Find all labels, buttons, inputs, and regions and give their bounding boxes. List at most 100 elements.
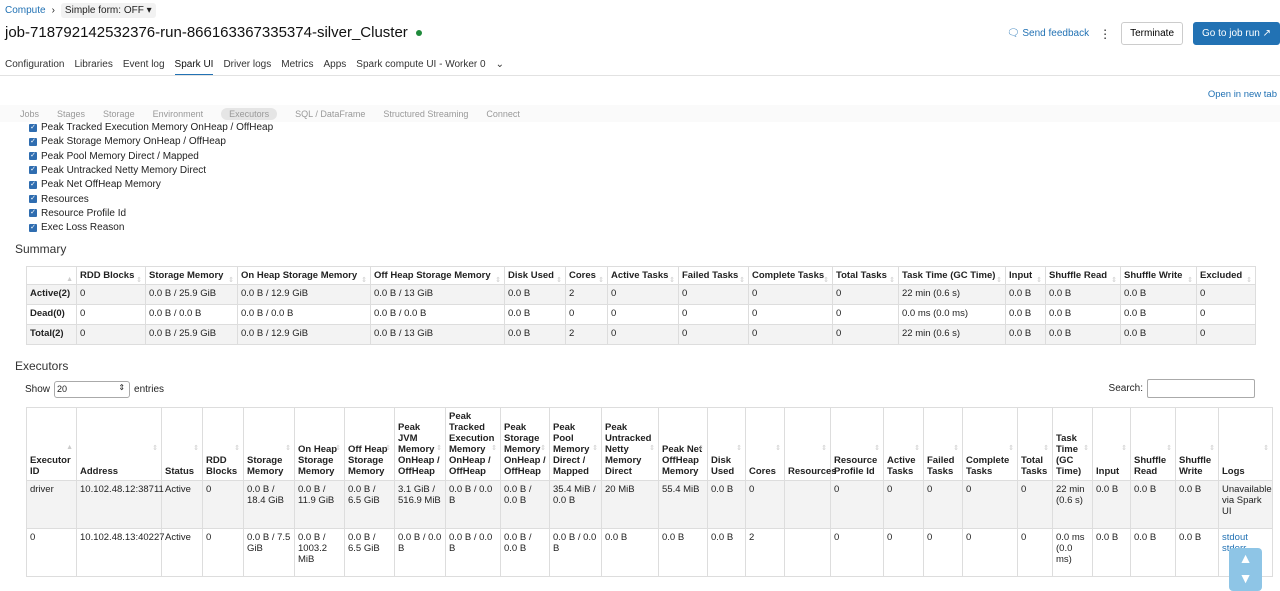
checkbox-checked-icon[interactable]: ✓ xyxy=(29,223,37,232)
spark-tab-sql-dataframe[interactable]: SQL / DataFrame xyxy=(295,109,365,119)
sort-icon[interactable]: ⇕ xyxy=(1246,276,1252,284)
entries-select[interactable]: 20 ⇕ xyxy=(54,381,131,398)
tab-spark-compute-ui-worker-0[interactable]: Spark compute UI - Worker 0 xyxy=(356,59,485,76)
column-toggle[interactable]: ✓ Resources xyxy=(29,194,89,205)
sort-icon[interactable]: ⇕ xyxy=(436,444,442,452)
sort-icon[interactable]: ⇕ xyxy=(775,444,781,452)
column-header-resources[interactable]: Resources ⇕ xyxy=(784,407,837,481)
tab-apps[interactable]: Apps xyxy=(323,59,346,76)
column-header-task-time-gc-time[interactable]: Task Time (GC Time) ⇕ xyxy=(898,266,1006,285)
column-header-input[interactable]: Input ⇕ xyxy=(1005,266,1046,285)
column-toggle[interactable]: ✓ Peak Storage Memory OnHeap / OffHeap xyxy=(29,136,226,147)
terminate-button[interactable]: Terminate xyxy=(1121,22,1184,45)
checkbox-checked-icon[interactable]: ✓ xyxy=(29,180,37,189)
spark-tab-stages[interactable]: Stages xyxy=(57,109,85,119)
arrow-up-icon[interactable]: ▲ xyxy=(1229,548,1262,568)
column-header-logs[interactable]: Logs ⇕ xyxy=(1218,407,1273,481)
column-header-storage-memory[interactable]: Storage Memory ⇕ xyxy=(243,407,295,481)
sort-icon[interactable]: ⇕ xyxy=(739,276,745,284)
checkbox-checked-icon[interactable]: ✓ xyxy=(29,209,37,218)
column-toggle[interactable]: ✓ Resource Profile Id xyxy=(29,208,126,219)
sort-icon[interactable]: ⇕ xyxy=(736,444,742,452)
sort-icon[interactable]: ⇕ xyxy=(914,444,920,452)
column-header-peak-pool-memory-direct-mapped[interactable]: Peak Pool Memory Direct / Mapped ⇕ xyxy=(549,407,602,481)
column-header-shuffle-write[interactable]: Shuffle Write ⇕ xyxy=(1175,407,1219,481)
column-header-rdd-blocks[interactable]: RDD Blocks ⇕ xyxy=(202,407,244,481)
tab-event-log[interactable]: Event log xyxy=(123,59,165,76)
sort-icon[interactable]: ⇕ xyxy=(1083,444,1089,452)
sort-icon[interactable]: ⇕ xyxy=(698,444,704,452)
sort-icon[interactable]: ⇕ xyxy=(335,444,341,452)
sort-icon[interactable]: ⇕ xyxy=(821,444,827,452)
sort-icon[interactable]: ⇕ xyxy=(285,444,291,452)
column-header-off-heap-storage-memory[interactable]: Off Heap Storage Memory ⇕ xyxy=(344,407,395,481)
column-header-failed-tasks[interactable]: Failed Tasks ⇕ xyxy=(678,266,749,285)
spark-tab-storage[interactable]: Storage xyxy=(103,109,135,119)
column-header-peak-net-offheap-memory[interactable]: Peak Net OffHeap Memory ⇕ xyxy=(658,407,708,481)
spark-tab-jobs[interactable]: Jobs xyxy=(20,109,39,119)
column-header-disk-used[interactable]: Disk Used ⇕ xyxy=(707,407,746,481)
column-header-total-tasks[interactable]: Total Tasks ⇕ xyxy=(1017,407,1053,481)
sort-icon[interactable]: ⇕ xyxy=(385,444,391,452)
spark-tab-structured-streaming[interactable]: Structured Streaming xyxy=(383,109,468,119)
spark-tab-connect[interactable]: Connect xyxy=(486,109,520,119)
checkbox-checked-icon[interactable]: ✓ xyxy=(29,152,37,161)
spark-tab-executors[interactable]: Executors xyxy=(221,107,278,120)
column-header-shuffle-write[interactable]: Shuffle Write ⇕ xyxy=(1120,266,1197,285)
sort-icon[interactable]: ⇕ xyxy=(152,444,158,452)
sort-icon[interactable]: ▲ xyxy=(66,276,73,283)
sort-icon[interactable]: ⇕ xyxy=(1043,444,1049,452)
tab-spark-ui[interactable]: Spark UI xyxy=(174,59,214,76)
column-toggle[interactable]: ✓ Peak Untracked Netty Memory Direct xyxy=(29,165,206,176)
sort-icon[interactable]: ⇕ xyxy=(193,444,199,452)
chevron-down-icon[interactable]: ⌄ xyxy=(496,59,504,76)
sort-icon[interactable]: ⇕ xyxy=(649,444,655,452)
sort-icon[interactable]: ⇕ xyxy=(592,444,598,452)
sort-icon[interactable]: ⇕ xyxy=(669,276,675,284)
sort-icon[interactable]: ⇕ xyxy=(1008,444,1014,452)
tab-driver-logs[interactable]: Driver logs xyxy=(223,59,271,76)
column-header-task-time-gc-time[interactable]: Task Time (GC Time) ⇕ xyxy=(1052,407,1093,481)
sort-icon[interactable]: ⇕ xyxy=(1187,276,1193,284)
checkbox-checked-icon[interactable]: ✓ xyxy=(29,166,37,175)
sort-icon[interactable]: ⇕ xyxy=(228,276,234,284)
column-header-failed-tasks[interactable]: Failed Tasks ⇕ xyxy=(923,407,963,481)
tab-metrics[interactable]: Metrics xyxy=(281,59,313,76)
arrow-down-icon[interactable]: ▼ xyxy=(1229,568,1262,588)
send-feedback-link[interactable]: 🗨 Send feedback xyxy=(1007,28,1089,39)
column-header-peak-jvm-memory-onheap-offheap[interactable]: Peak JVM Memory OnHeap / OffHeap ⇕ xyxy=(394,407,446,481)
sort-icon[interactable]: ⇕ xyxy=(1166,444,1172,452)
log-link-stdout[interactable]: stdout xyxy=(1222,532,1269,543)
simple-form-toggle[interactable]: Simple form: OFF ▾ xyxy=(60,3,156,18)
sort-icon[interactable]: ⇕ xyxy=(234,444,240,452)
search-input[interactable] xyxy=(1147,379,1255,398)
column-header-on-heap-storage-memory[interactable]: On Heap Storage Memory ⇕ xyxy=(237,266,371,285)
tab-configuration[interactable]: Configuration xyxy=(5,59,64,76)
spark-tab-environment[interactable]: Environment xyxy=(153,109,204,119)
column-header-peak-storage-memory-onheap-offheap[interactable]: Peak Storage Memory OnHeap / OffHeap ⇕ xyxy=(500,407,550,481)
tab-libraries[interactable]: Libraries xyxy=(74,59,112,76)
sort-icon[interactable]: ⇕ xyxy=(889,276,895,284)
breadcrumb-compute[interactable]: Compute xyxy=(5,5,46,16)
column-header-active-tasks[interactable]: Active Tasks ⇕ xyxy=(607,266,679,285)
sort-icon[interactable]: ⇕ xyxy=(1111,276,1117,284)
sort-icon[interactable]: ⇕ xyxy=(996,276,1002,284)
sort-icon[interactable]: ⇕ xyxy=(491,444,497,452)
column-header-peak-tracked-execution-memory-onheap-offheap[interactable]: Peak Tracked Execution Memory OnHeap / O… xyxy=(445,407,501,481)
column-header-excluded[interactable]: Excluded ⇕ xyxy=(1196,266,1256,285)
sort-icon[interactable]: ⇕ xyxy=(1209,444,1215,452)
scroll-buttons[interactable]: ▲ ▼ xyxy=(1229,548,1262,591)
column-header-cores[interactable]: Cores ⇕ xyxy=(745,407,785,481)
column-header-resource-profile-id[interactable]: Resource Profile Id ⇕ xyxy=(830,407,884,481)
column-header-active-tasks[interactable]: Active Tasks ⇕ xyxy=(883,407,924,481)
sort-icon[interactable]: ⇕ xyxy=(953,444,959,452)
column-header-shuffle-read[interactable]: Shuffle Read ⇕ xyxy=(1045,266,1121,285)
sort-icon[interactable]: ⇕ xyxy=(1036,276,1042,284)
sort-icon[interactable]: ▲ xyxy=(66,444,73,451)
sort-icon[interactable]: ⇕ xyxy=(495,276,501,284)
sort-icon[interactable]: ⇕ xyxy=(361,276,367,284)
open-new-tab-link[interactable]: Open in new tab xyxy=(1208,89,1277,100)
column-header-rdd-blocks[interactable]: RDD Blocks ⇕ xyxy=(76,266,146,285)
column-header-off-heap-storage-memory[interactable]: Off Heap Storage Memory ⇕ xyxy=(370,266,505,285)
column-toggle[interactable]: ✓ Peak Pool Memory Direct / Mapped xyxy=(29,151,199,162)
